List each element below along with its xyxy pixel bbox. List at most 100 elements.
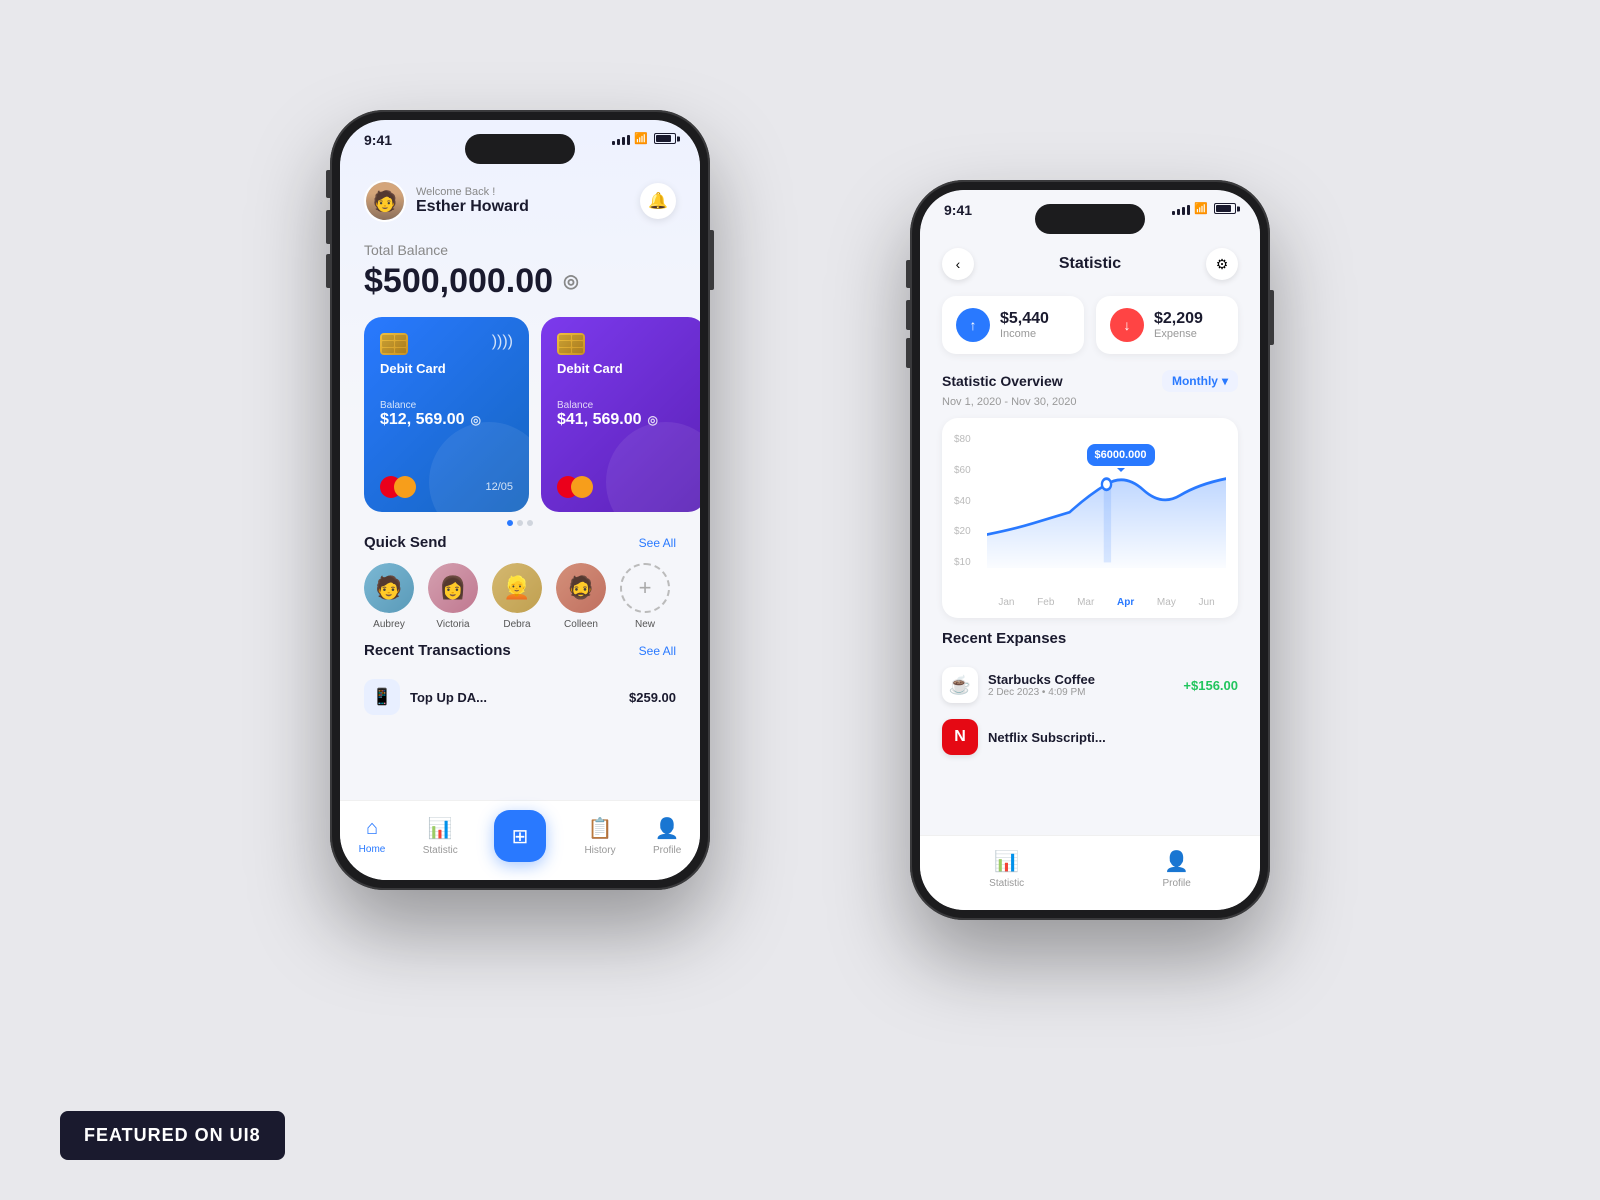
dynamic-island-right <box>1035 204 1145 234</box>
statistic-icon: 📊 <box>428 816 453 841</box>
expense-amount: $2,209 <box>1154 310 1203 328</box>
profile-nav-icon: 👤 <box>1164 849 1189 874</box>
debit-card-blue[interactable]: )))) Debit Card Balance $12, 569.00 ◎ <box>364 317 529 512</box>
volume-down-right[interactable] <box>906 338 910 368</box>
back-button[interactable]: ‹ <box>942 248 974 280</box>
exp-name-starbucks: Starbucks Coffee <box>988 672 1095 687</box>
contact-name-debra: Debra <box>503 619 530 630</box>
battery-icon-right <box>1214 203 1236 214</box>
status-icons-left: 📶 <box>612 132 676 145</box>
monthly-button[interactable]: Monthly ▾ <box>1162 370 1238 392</box>
wifi-icon-right: 📶 <box>1194 202 1208 215</box>
profile-nav-label: Profile <box>1162 878 1190 889</box>
profile-icon: 👤 <box>655 816 680 841</box>
contact-debra[interactable]: 👱 Debra <box>492 563 542 630</box>
history-icon: 📋 <box>588 816 613 841</box>
overview-header: Statistic Overview Monthly ▾ <box>942 370 1238 392</box>
status-time-right: 9:41 <box>944 202 972 218</box>
quick-send-see-all[interactable]: See All <box>639 536 676 550</box>
contact-avatar-victoria: 👩 <box>428 563 478 613</box>
card-pagination <box>340 520 700 526</box>
statistic-nav-label: Statistic <box>989 878 1024 889</box>
contact-avatar-colleen: 🧔 <box>556 563 606 613</box>
chip-icon <box>380 333 408 355</box>
eye-icon[interactable]: ◎ <box>563 271 579 292</box>
expense-icon: ↓ <box>1110 308 1144 342</box>
contact-name-aubrey: Aubrey <box>373 619 405 630</box>
nav-profile-right[interactable]: 👤 Profile <box>1162 849 1190 889</box>
bottom-nav-right: 📊 Statistic 👤 Profile <box>920 835 1260 910</box>
list-item[interactable]: ☕ Starbucks Coffee 2 Dec 2023 • 4:09 PM … <box>942 659 1238 711</box>
chart-active-dot <box>1102 479 1111 490</box>
power-button-right[interactable] <box>1270 290 1274 345</box>
contact-new[interactable]: + New <box>620 563 670 630</box>
dot-2 <box>517 520 523 526</box>
nav-home-label: Home <box>359 844 386 855</box>
quick-send-header: Quick Send See All <box>364 534 676 551</box>
chip-icon-purple <box>557 333 585 355</box>
x-label-may: May <box>1157 597 1176 608</box>
contact-avatar-aubrey: 🧑 <box>364 563 414 613</box>
chart-container: $80 $60 $40 $20 $10 <box>942 418 1238 618</box>
featured-badge: FEATURED ON UI8 <box>60 1111 285 1160</box>
quick-send-section: Quick Send See All 🧑 Aubrey 👩 <box>340 534 700 630</box>
list-item[interactable]: N Netflix Subscripti... <box>942 711 1238 763</box>
dynamic-island-left <box>465 134 575 164</box>
home-icon: ⌂ <box>366 817 378 840</box>
exp-amount-starbucks: +$156.00 <box>1183 678 1238 693</box>
card-balance-label-blue: Balance <box>380 400 513 411</box>
chart-active-bar <box>1104 484 1111 562</box>
mastercard-logo-purple <box>557 476 593 498</box>
notification-button[interactable]: 🔔 <box>640 183 676 219</box>
power-button[interactable] <box>710 230 714 290</box>
card-balance-label-purple: Balance <box>557 400 690 411</box>
volume-up-button[interactable] <box>326 210 330 244</box>
contact-aubrey[interactable]: 🧑 Aubrey <box>364 563 414 630</box>
recent-tx-title: Recent Transactions <box>364 642 511 659</box>
phone-right-screen: 9:41 📶 ‹ Statistic ⚙ <box>920 190 1260 910</box>
contact-colleen[interactable]: 🧔 Colleen <box>556 563 606 630</box>
exp-left-netflix: N Netflix Subscripti... <box>942 719 1106 755</box>
balance-label: Total Balance <box>364 242 676 258</box>
recent-tx-see-all[interactable]: See All <box>639 644 676 658</box>
contact-img-debra: 👱 <box>492 563 542 613</box>
settings-button[interactable]: ⚙ <box>1206 248 1238 280</box>
card-bottom-purple <box>557 476 690 498</box>
nav-profile[interactable]: 👤 Profile <box>653 816 681 856</box>
recent-transactions-section: Recent Transactions See All 📱 Top Up DA.… <box>340 630 700 723</box>
battery-icon <box>654 133 676 144</box>
card-eye-icon[interactable]: ◎ <box>471 413 481 427</box>
signal-icon-right <box>1172 203 1190 215</box>
card-type-blue: Debit Card <box>380 361 513 376</box>
add-contact-button[interactable]: + <box>620 563 670 613</box>
tx-icon: 📱 <box>364 679 400 715</box>
nav-statistic-right[interactable]: 📊 Statistic <box>989 849 1024 889</box>
overview-section: Statistic Overview Monthly ▾ Nov 1, 2020… <box>920 370 1260 408</box>
contact-avatar-debra: 👱 <box>492 563 542 613</box>
contact-img-colleen: 🧔 <box>556 563 606 613</box>
silent-switch-right[interactable] <box>906 260 910 288</box>
exp-info-starbucks: Starbucks Coffee 2 Dec 2023 • 4:09 PM <box>988 672 1095 698</box>
nav-home[interactable]: ⌂ Home <box>359 817 386 855</box>
wifi-icon: 📶 <box>634 132 648 145</box>
phone-left-screen: 9:41 📶 🧑 <box>340 120 700 880</box>
volume-up-right[interactable] <box>906 300 910 330</box>
stats-row: ↑ $5,440 Income ↓ $2,209 Expense <box>920 280 1260 370</box>
chevron-down-icon: ▾ <box>1222 374 1228 388</box>
qr-fab-button[interactable]: ⊞ <box>494 810 546 862</box>
nav-statistic[interactable]: 📊 Statistic <box>423 816 458 856</box>
card-eye-icon-purple[interactable]: ◎ <box>648 413 658 427</box>
silent-switch[interactable] <box>326 170 330 198</box>
recent-exp-title: Recent Expanses <box>942 630 1066 647</box>
table-row[interactable]: 📱 Top Up DA... $259.00 <box>364 671 676 723</box>
dot-3 <box>527 520 533 526</box>
chart-y-labels: $80 $60 $40 $20 $10 <box>954 434 971 568</box>
income-icon: ↑ <box>956 308 990 342</box>
volume-down-button[interactable] <box>326 254 330 288</box>
exp-date-starbucks: 2 Dec 2023 • 4:09 PM <box>988 687 1095 698</box>
card-bottom-blue: 12/05 <box>380 476 513 498</box>
debit-card-purple[interactable]: Debit Card Balance $41, 569.00 ◎ <box>541 317 700 512</box>
contact-victoria[interactable]: 👩 Victoria <box>428 563 478 630</box>
expense-info: $2,209 Expense <box>1154 310 1203 340</box>
nav-history[interactable]: 📋 History <box>584 816 615 856</box>
